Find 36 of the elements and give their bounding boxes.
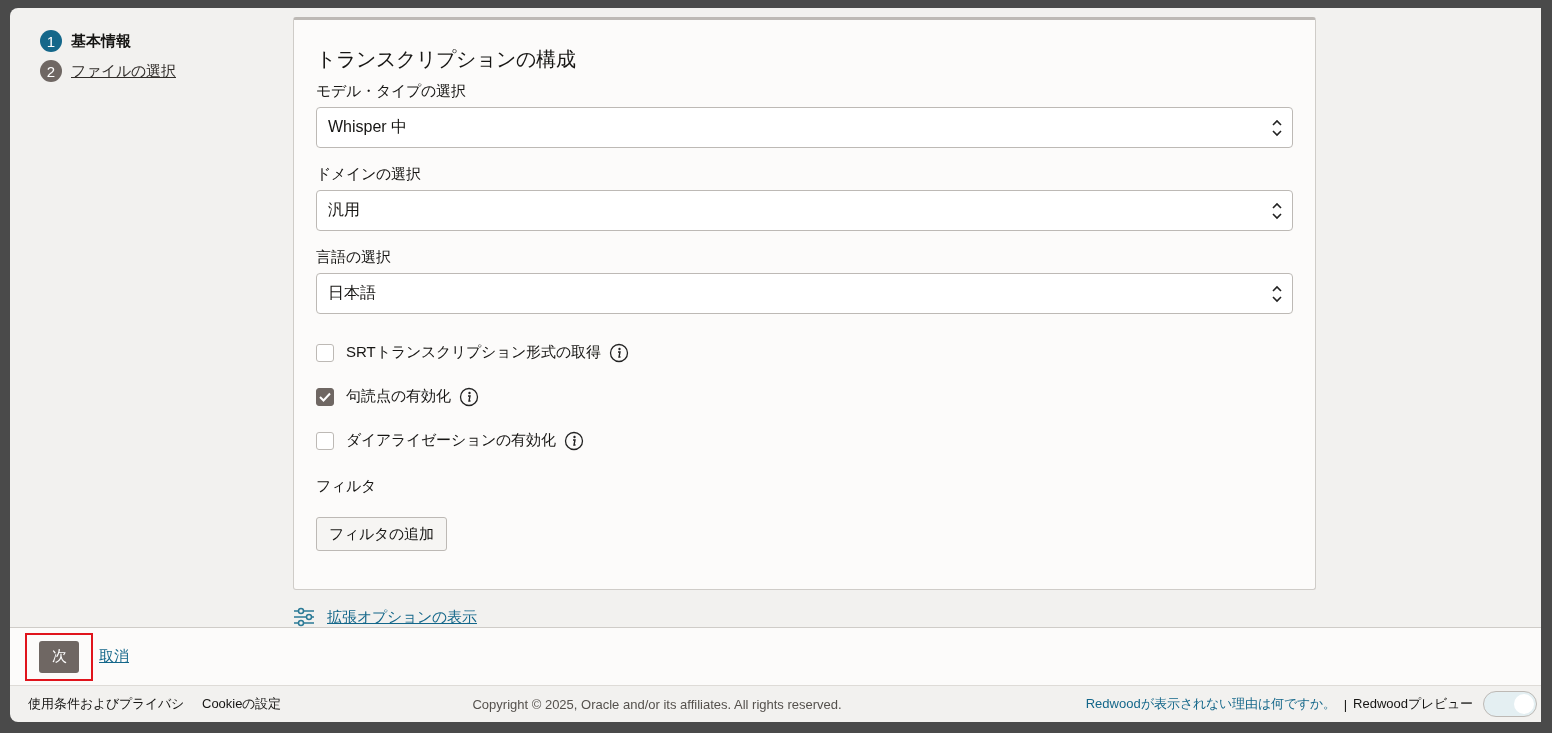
field-label: 言語の選択 [316, 248, 392, 267]
select-field[interactable]: Whisper 中 [316, 107, 1293, 148]
select-field[interactable]: 日本語 [316, 273, 1293, 314]
copyright-text: Copyright © 2025, Oracle and/or its affiliates. All rights reserved. [472, 696, 842, 712]
separator: | [1343, 696, 1348, 712]
info-icon[interactable] [459, 386, 479, 407]
field-label: モデル・タイプの選択 [316, 82, 467, 101]
step-number: 2 [40, 60, 62, 82]
advanced-options-link[interactable]: 拡張オプションの表示 [327, 607, 477, 627]
step-link[interactable]: ファイルの選択 [71, 61, 176, 81]
checkbox-label: 句読点の有効化 [346, 387, 451, 406]
cancel-link[interactable]: 取消 [99, 647, 129, 666]
chevron-updown-icon [1271, 201, 1283, 220]
next-button[interactable]: 次 [39, 640, 79, 673]
select-field[interactable]: 汎用 [316, 190, 1293, 231]
sliders-icon[interactable] [293, 607, 315, 627]
step-label: 基本情報 [71, 31, 131, 51]
step-number: 1 [40, 30, 62, 52]
filter-label: フィルタ [316, 477, 377, 496]
info-icon[interactable] [608, 342, 629, 363]
checkbox-label: SRTトランスクリプション形式の取得 [346, 343, 601, 362]
checkbox-label: ダイアライゼーションの有効化 [346, 431, 556, 450]
footer-link[interactable]: Cookieの設定 [202, 695, 282, 713]
preview-label: Redwoodプレビュー [1353, 695, 1473, 713]
card-title: トランスクリプションの構成 [316, 47, 577, 72]
footer-link[interactable]: 使用条件およびプライバシ [28, 695, 184, 713]
checkbox[interactable] [316, 387, 334, 406]
add-filter-button[interactable]: フィルタの追加 [316, 517, 447, 551]
redwood-link[interactable]: Redwoodが表示されない理由は何ですか。 [1085, 695, 1336, 713]
chevron-updown-icon [1271, 284, 1283, 303]
chevron-updown-icon [1271, 118, 1283, 137]
checkbox[interactable] [316, 431, 334, 450]
checkbox[interactable] [316, 343, 334, 362]
info-icon[interactable] [564, 430, 584, 451]
field-label: ドメインの選択 [316, 165, 422, 184]
toggle-switch[interactable] [1483, 691, 1537, 717]
